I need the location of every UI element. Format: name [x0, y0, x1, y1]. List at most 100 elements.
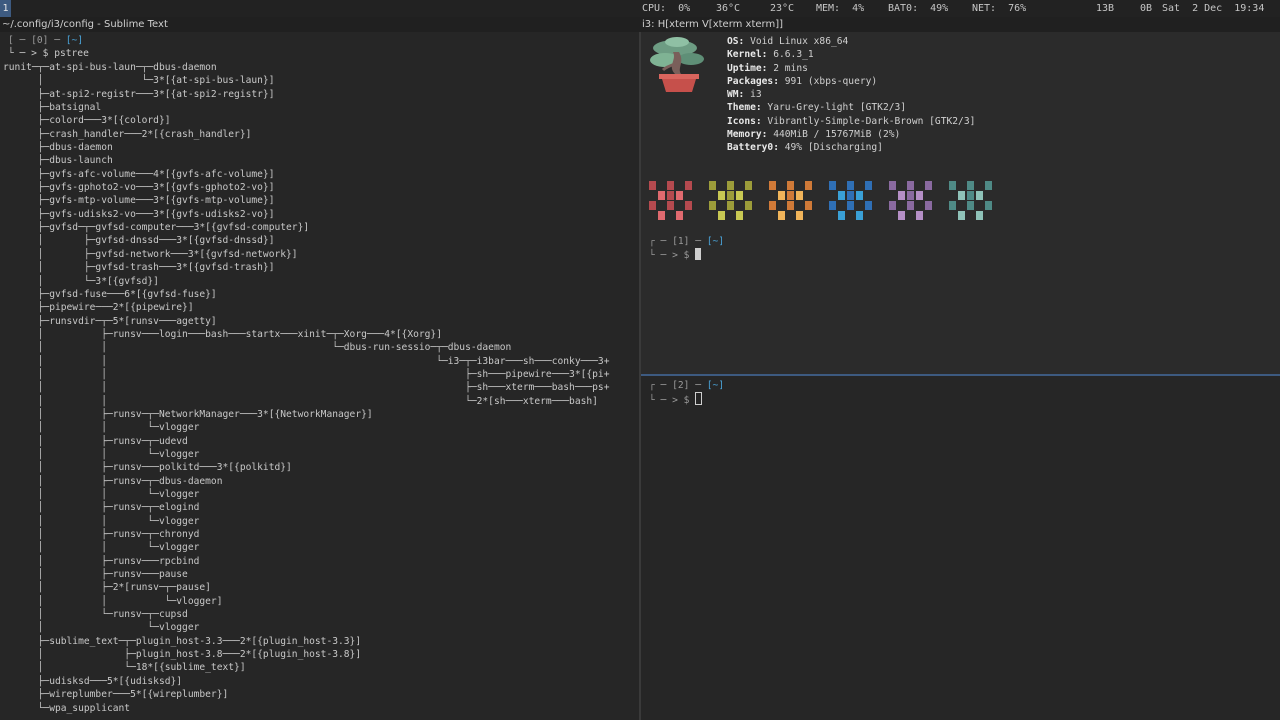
pstree-line: └─wpa_supplicant [3, 702, 131, 714]
pstree-line: │ │ └─vlogger [3, 448, 200, 460]
pstree-line: │ ├─runsv─┬─NetworkManager───3*[{Network… [3, 408, 373, 420]
info-row: Battery0: 49% [Discharging] [727, 141, 975, 154]
info-row: Icons: Vibrantly-Simple-Dark-Brown [GTK2… [727, 115, 975, 128]
color-palette [649, 181, 1009, 221]
gpu-temp-status: 23°C [770, 3, 795, 14]
term2-prompt-cmd: └ ─ > $ [649, 395, 696, 407]
info-value: 49% [Discharging] [778, 142, 883, 154]
info-key: Icons: [727, 115, 762, 127]
left-prompt-cmd: └ ─ > $ pstree [8, 48, 89, 60]
right-bottom-terminal[interactable]: ┌ ─ [2] ─ [~] └ ─ > $ [641, 376, 1280, 720]
pstree-line: │ │ └─vlogger] [3, 595, 223, 607]
pstree-line: ├─gvfsd─┬─gvfsd-computer───3*[{gvfsd-com… [3, 222, 310, 234]
pstree-line: ├─gvfs-gphoto2-vo───3*[{gvfs-gphoto2-vo}… [3, 182, 275, 194]
pstree-line: ├─gvfs-mtp-volume───3*[{gvfs-mtp-volume}… [3, 195, 275, 207]
palette-swatch [709, 181, 753, 221]
info-value: 991 (xbps-query) [778, 75, 878, 87]
pstree-line: │ │ └─i3─┬─i3bar───sh───conky───3+ [3, 355, 610, 367]
pstree-line: │ │ └─vlogger [3, 542, 200, 554]
net-down-status: 13B [1095, 3, 1114, 14]
info-value: i3 [744, 89, 762, 101]
info-value: Void Linux x86_64 [744, 36, 849, 47]
pstree-line: │ │ └─dbus-run-sessio─┬─dbus-daemon [3, 342, 512, 354]
cpu-temp-status: 36°C [716, 3, 741, 14]
pstree-line: ├─colord───3*[{colord}] [3, 115, 171, 127]
info-key: Theme: [727, 102, 762, 114]
pstree-line: ├─dbus-launch [3, 155, 113, 167]
right-window-title[interactable]: i3: H[xterm V[xterm xterm]] [642, 17, 1278, 32]
pstree-line: ├─pipewire───2*[{pipewire}] [3, 302, 194, 314]
pstree-line: │ ├─plugin_host-3.8───2*[{plugin_host-3.… [3, 649, 362, 661]
pstree-line: │ ├─gvfsd-dnssd───3*[{gvfsd-dnssd}] [3, 235, 275, 247]
info-row: Packages: 991 (xbps-query) [727, 75, 975, 88]
palette-swatch [889, 181, 933, 221]
info-key: OS: [727, 36, 745, 47]
pstree-line: │ ├─runsv───login───bash───startx───xini… [3, 328, 442, 340]
pstree-line: ├─sublime_text─┬─plugin_host-3.3───2*[{p… [3, 635, 362, 647]
pstree-line: ├─dbus-daemon [3, 142, 113, 154]
pstree-line: │ │ ├─sh───xterm───bash───ps+ [3, 382, 610, 394]
term2-prompt-top: ┌ ─ [2] ─ [649, 380, 707, 391]
workspace-button[interactable]: 1 [0, 0, 11, 17]
pstree-line: ├─at-spi2-registr───3*[{at-spi2-registr}… [3, 88, 275, 100]
palette-swatch [949, 181, 993, 221]
left-prompt-dir: [~] [65, 35, 84, 46]
term1-cursor [695, 248, 702, 261]
status-bar: 1 CPU: 0% 36°C 23°C MEM: 4% BAT0: 49% NE… [0, 0, 1280, 17]
pstree-line: │ ├─runsv───rpcbind [3, 555, 200, 567]
pstree-line: │ └─18*[{sublime_text}] [3, 662, 246, 674]
info-key: Kernel: [727, 49, 768, 61]
net-up-status: 0B [1139, 3, 1152, 14]
palette-swatch [769, 181, 813, 221]
left-window-title[interactable]: ~/.config/i3/config - Sublime Text [2, 17, 638, 32]
term1-prompt-dir: [~] [706, 236, 725, 247]
system-info: OS: Void Linux x86_64 Kernel: 6.6.3_1 Upti… [727, 35, 975, 155]
pstree-line: ├─batsignal [3, 102, 102, 114]
battery-status: BAT0: 49% [888, 3, 949, 14]
pstree-line: ├─crash_handler───2*[{crash_handler}] [3, 128, 252, 140]
pstree-line: │ ├─runsv───polkitd───3*[{polkitd}] [3, 462, 292, 474]
bonsai-logo-icon [650, 37, 704, 92]
term2-prompt: ┌ ─ [2] ─ [~] └ ─ > $ [649, 379, 724, 408]
info-row: Theme: Yaru-Grey-light [GTK2/3] [727, 101, 975, 114]
pstree-line: ├─runsvdir─┬─5*[runsv───agetty] [3, 315, 217, 327]
info-row: Kernel: 6.6.3_1 [727, 48, 975, 61]
info-value: Yaru-Grey-light [GTK2/3] [761, 102, 907, 114]
pstree-line: │ ├─runsv─┬─chronyd [3, 529, 200, 541]
pstree-line: │ └─runsv─┬─cupsd [3, 609, 188, 621]
pstree-line: ├─gvfs-afc-volume───4*[{gvfs-afc-volume}… [3, 168, 275, 180]
right-top-terminal[interactable]: OS: Void Linux x86_64 Kernel: 6.6.3_1 Upti… [641, 32, 1280, 374]
info-key: Packages: [727, 75, 779, 87]
pstree-line: │ │ └─vlogger [3, 515, 200, 527]
pstree-line: │ ├─runsv─┬─dbus-daemon [3, 475, 223, 487]
term1-prompt-cmd: └ ─ > $ [649, 250, 696, 262]
pstree-line: runit─┬─at-spi-bus-laun─┬─dbus-daemon [3, 62, 217, 73]
left-prompt-top: [ ─ [0] ─ [8, 35, 66, 46]
cpu-status: CPU: 0% [642, 3, 691, 14]
info-key: WM: [727, 89, 745, 101]
left-prompt: [ ─ [0] ─ [~] └ ─ > $ pstree [8, 34, 89, 61]
term2-cursor [695, 392, 703, 406]
info-key: Memory: [727, 129, 768, 141]
pstree-line: │ └─3*[{at-spi-bus-laun}] [3, 75, 275, 87]
pstree-output: runit─┬─at-spi-bus-laun─┬─dbus-daemon │ … [3, 61, 609, 715]
info-key: Uptime: [727, 62, 768, 74]
palette-swatch [829, 181, 873, 221]
pstree-line: │ │ └─vlogger [3, 422, 200, 434]
pstree-line: ├─udisksd───5*[{udisksd}] [3, 675, 183, 687]
pstree-line: │ │ └─vlogger [3, 489, 200, 500]
clock-status: Sat 2 Dec 19:34 [1162, 3, 1265, 14]
pstree-line: │ ├─gvfsd-network───3*[{gvfsd-network}] [3, 248, 298, 260]
info-row: WM: i3 [727, 88, 975, 101]
info-row: Memory: 440MiB / 15767MiB (2%) [727, 128, 975, 141]
pstree-line: │ ├─gvfsd-trash───3*[{gvfsd-trash}] [3, 262, 275, 274]
info-key: Battery0: [727, 142, 779, 154]
palette-swatch [649, 181, 693, 221]
pstree-line: │ └─vlogger [3, 622, 200, 634]
pstree-line: │ │ ├─sh───pipewire───3*[{pi+ [3, 368, 610, 380]
info-row: OS: Void Linux x86_64 [727, 35, 975, 48]
pstree-line: │ └─3*[{gvfsd}] [3, 275, 159, 287]
pstree-line: ├─wireplumber───5*[{wireplumber}] [3, 689, 229, 701]
left-terminal[interactable]: [ ─ [0] ─ [~] └ ─ > $ pstree runit─┬─at-… [0, 32, 639, 720]
info-value: 6.6.3_1 [767, 49, 814, 61]
